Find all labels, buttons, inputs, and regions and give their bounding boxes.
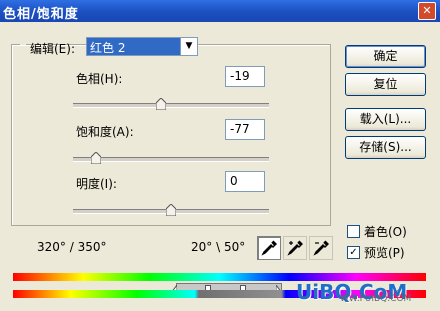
- window-title: 色相/饱和度: [3, 7, 79, 22]
- saturation-slider-track[interactable]: [73, 152, 269, 164]
- range-start-handle[interactable]: [205, 282, 211, 293]
- eyedropper-tool[interactable]: [257, 236, 281, 260]
- colorize-label: 着色(O): [364, 225, 407, 239]
- save-button[interactable]: 存储(S)...: [345, 136, 426, 159]
- eyedropper-plus-icon: [287, 240, 303, 256]
- hue-label: 色相(H):: [76, 72, 123, 86]
- eyedropper-minus-tool[interactable]: [309, 236, 333, 260]
- hue-value: -19: [230, 69, 250, 83]
- reset-button[interactable]: 复位: [345, 73, 426, 96]
- edit-group-box: [11, 44, 331, 226]
- edit-label: 编辑(E):: [30, 42, 75, 56]
- edit-channel-value: 红色 2: [90, 41, 126, 55]
- eyedropper-minus-icon: [313, 240, 329, 256]
- load-button[interactable]: 载入(L)...: [345, 108, 426, 131]
- saturation-label: 饱和度(A):: [76, 125, 134, 139]
- eyedropper-icon: [261, 240, 277, 256]
- saturation-slider-thumb[interactable]: [91, 152, 101, 164]
- saturation-value: -77: [230, 122, 250, 136]
- lightness-value: 0: [230, 174, 238, 188]
- watermark-url: WW.FUIBQ.COM: [340, 294, 412, 304]
- lightness-slider-track[interactable]: [73, 204, 269, 216]
- range-end-handle[interactable]: [240, 282, 246, 293]
- range-left-readout: 320° / 350°: [37, 240, 107, 254]
- hue-slider-thumb[interactable]: [156, 98, 166, 110]
- close-icon[interactable]: ✕: [418, 2, 436, 20]
- group-box-gap: [20, 43, 26, 45]
- eyedropper-plus-tool[interactable]: [283, 236, 307, 260]
- range-falloff-left-handle[interactable]: [170, 282, 178, 294]
- lightness-input[interactable]: 0: [225, 171, 265, 192]
- edit-channel-select[interactable]: 红色 2 ▼: [86, 37, 198, 56]
- colorize-checkbox[interactable]: [347, 225, 360, 238]
- title-bar[interactable]: 色相/饱和度 ✕: [0, 0, 440, 22]
- range-falloff-right-handle[interactable]: [275, 282, 283, 294]
- lightness-slider-thumb[interactable]: [166, 204, 176, 216]
- range-right-readout: 20° \ 50°: [191, 240, 246, 254]
- preview-checkbox[interactable]: ✓: [347, 246, 360, 259]
- preview-label: 预览(P): [364, 246, 405, 260]
- lightness-label: 明度(I):: [76, 177, 117, 191]
- saturation-input[interactable]: -77: [225, 119, 265, 140]
- ok-button[interactable]: 确定: [345, 45, 426, 68]
- hue-slider-track[interactable]: [73, 98, 269, 110]
- hue-input[interactable]: -19: [225, 66, 265, 87]
- chevron-down-icon[interactable]: ▼: [180, 38, 197, 55]
